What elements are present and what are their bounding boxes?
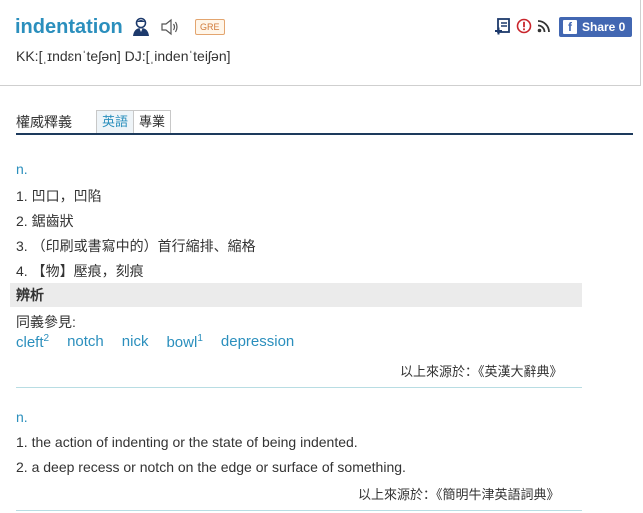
source-note: 以上來源於：《英漢大辭典》: [400, 364, 563, 379]
synonym-label: 同義參見:: [16, 314, 76, 330]
source-note: 以上來源於：《簡明牛津英語詞典》: [358, 487, 560, 502]
tab-professional[interactable]: 專業: [134, 110, 172, 133]
synonym-link[interactable]: notch: [67, 333, 104, 351]
definition-item: 4. 【物】壓痕，刻痕: [16, 263, 144, 279]
add-note-icon[interactable]: [494, 17, 512, 35]
definition-item: 2. a deep recess or notch on the edge or…: [16, 459, 406, 475]
synonym-link[interactable]: cleft2: [16, 333, 49, 351]
rss-icon[interactable]: [537, 19, 551, 33]
definition-item: 2. 鋸齒狀: [16, 213, 74, 229]
part-of-speech: n.: [16, 409, 28, 425]
definition-item: 3. （印刷或書寫中的）首行縮排、縮格: [16, 238, 256, 254]
source-tabs: 英語 專業: [96, 110, 172, 133]
definition-item: 1. 凹口，凹陷: [16, 188, 102, 204]
headword-icons: [131, 17, 180, 37]
divider: [16, 387, 582, 388]
headword: indentation: [15, 16, 123, 38]
entry-header: indentation GRE KK:[ˌɪndɛnˈteʃən] DJ:[ˌi…: [0, 0, 641, 86]
share-label: Share 0: [582, 20, 626, 34]
tab-underline: [16, 133, 633, 135]
tab-english[interactable]: 英語: [96, 110, 135, 133]
entry-tools: [494, 17, 551, 35]
part-of-speech: n.: [16, 161, 28, 177]
person-icon[interactable]: [131, 17, 151, 37]
phonetic-text: KK:[ˌɪndɛnˈteʃən] DJ:[ˌindenˈteiʃən]: [16, 48, 231, 64]
synonym-link[interactable]: depression: [221, 333, 294, 351]
alert-icon[interactable]: [516, 18, 532, 34]
section-title: 權威釋義: [16, 114, 72, 130]
exam-badge: GRE: [195, 19, 225, 35]
synonym-link[interactable]: nick: [122, 333, 149, 351]
facebook-share-button[interactable]: f Share 0: [559, 17, 632, 37]
definition-item: 1. the action of indenting or the state …: [16, 434, 358, 450]
facebook-icon: f: [563, 20, 577, 34]
analysis-header: 辨析: [10, 283, 582, 307]
speaker-icon[interactable]: [160, 18, 180, 36]
divider: [16, 510, 582, 511]
synonym-links: cleft2 notch nick bowl1 depression: [16, 333, 312, 351]
synonym-link[interactable]: bowl1: [166, 333, 202, 351]
